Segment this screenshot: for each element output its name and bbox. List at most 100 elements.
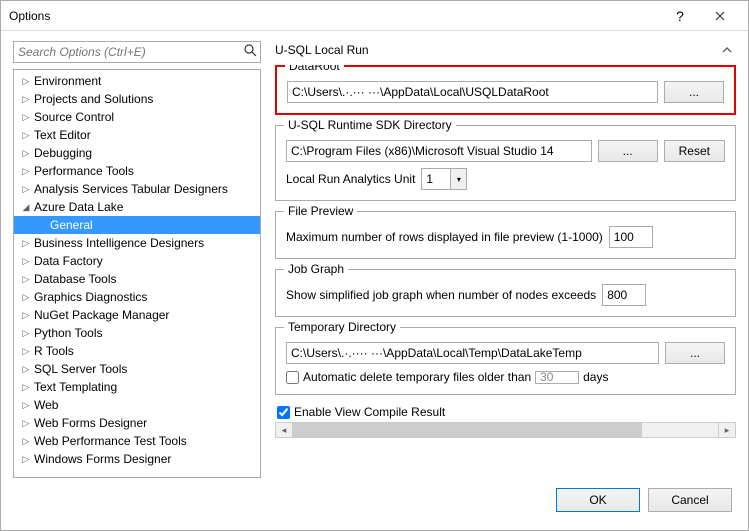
tempdir-auto-label-post: days [583, 370, 608, 384]
tree-item[interactable]: ▷Business Intelligence Designers [14, 234, 260, 252]
footer: OK Cancel [13, 478, 736, 522]
runtime-group: U-SQL Runtime SDK Directory ... Reset Lo… [275, 125, 736, 201]
tree-item[interactable]: General [14, 216, 260, 234]
section-heading: U-SQL Local Run [275, 43, 718, 57]
chevron-right-icon: ▷ [20, 382, 32, 393]
chevron-right-icon: ▷ [20, 256, 32, 267]
scroll-left-button[interactable]: ◂ [275, 422, 293, 438]
runtime-legend: U-SQL Runtime SDK Directory [284, 118, 456, 132]
preview-label: Maximum number of rows displayed in file… [286, 230, 603, 244]
analytics-unit-select[interactable]: ▾ [421, 168, 467, 190]
dataroot-group: DataRoot ... [275, 65, 736, 115]
search-input[interactable] [13, 41, 261, 63]
tree-item[interactable]: ◢Azure Data Lake [14, 198, 260, 216]
tree-item-label: Business Intelligence Designers [32, 236, 204, 250]
jobgraph-group: Job Graph Show simplified job graph when… [275, 269, 736, 317]
analytics-unit-value[interactable] [422, 172, 450, 186]
tempdir-auto-delete-checkbox[interactable] [286, 371, 299, 384]
help-button[interactable]: ? [660, 2, 700, 30]
chevron-right-icon: ▷ [20, 454, 32, 465]
tree-item[interactable]: ▷Python Tools [14, 324, 260, 342]
tree-item-label: Database Tools [32, 272, 117, 286]
tree-item[interactable]: ▷Text Editor [14, 126, 260, 144]
tree-item[interactable]: ▷Analysis Services Tabular Designers [14, 180, 260, 198]
tree-item[interactable]: ▷Projects and Solutions [14, 90, 260, 108]
tree-item-label: R Tools [32, 344, 74, 358]
tree-item[interactable]: ▷Web Forms Designer [14, 414, 260, 432]
tree-item-label: General [48, 218, 93, 232]
preview-legend: File Preview [284, 204, 357, 218]
jobgraph-input[interactable] [602, 284, 646, 306]
tree-item[interactable]: ▷Text Templating [14, 378, 260, 396]
settings-area: DataRoot ... U-SQL Runtime SDK Directory… [275, 65, 736, 478]
tree-item[interactable]: ▷Web Performance Test Tools [14, 432, 260, 450]
tree-item-label: Web [32, 398, 58, 412]
category-tree[interactable]: ▷Environment▷Projects and Solutions▷Sour… [13, 69, 261, 478]
chevron-right-icon: ▷ [20, 310, 32, 321]
runtime-input[interactable] [286, 140, 592, 162]
tree-item[interactable]: ▷Data Factory [14, 252, 260, 270]
tempdir-days-input [535, 371, 579, 384]
dataroot-input[interactable] [287, 81, 658, 103]
tree-item[interactable]: ▷Windows Forms Designer [14, 450, 260, 468]
enable-compile-label: Enable View Compile Result [294, 405, 445, 419]
close-icon [715, 11, 725, 21]
dataroot-browse-button[interactable]: ... [664, 81, 724, 103]
preview-input[interactable] [609, 226, 653, 248]
jobgraph-legend: Job Graph [284, 262, 348, 276]
tree-item-label: Text Editor [32, 128, 91, 142]
tree-item-label: Source Control [32, 110, 114, 124]
titlebar: Options ? [1, 1, 748, 31]
ok-button[interactable]: OK [556, 488, 640, 512]
tree-item-label: Web Forms Designer [32, 416, 147, 430]
chevron-down-icon[interactable]: ▾ [450, 169, 466, 189]
chevron-down-icon: ◢ [20, 202, 32, 213]
tree-item[interactable]: ▷Database Tools [14, 270, 260, 288]
tree-item-label: Python Tools [32, 326, 103, 340]
tree-item[interactable]: ▷Source Control [14, 108, 260, 126]
search-box [13, 41, 261, 63]
tree-item-label: Text Templating [32, 380, 117, 394]
horizontal-scrollbar[interactable]: ◂ ▸ [275, 421, 736, 439]
tree-item[interactable]: ▷SQL Server Tools [14, 360, 260, 378]
runtime-reset-button[interactable]: Reset [664, 140, 725, 162]
tree-item-label: Analysis Services Tabular Designers [32, 182, 228, 196]
window-title: Options [9, 9, 660, 23]
tree-item[interactable]: ▷NuGet Package Manager [14, 306, 260, 324]
right-panel: U-SQL Local Run DataRoot ... U-S [275, 41, 736, 478]
tree-item[interactable]: ▷Graphics Diagnostics [14, 288, 260, 306]
jobgraph-label: Show simplified job graph when number of… [286, 288, 596, 302]
tree-item[interactable]: ▷Performance Tools [14, 162, 260, 180]
chevron-up-icon [722, 47, 732, 53]
collapse-button[interactable] [718, 41, 736, 59]
close-button[interactable] [700, 2, 740, 30]
chevron-right-icon: ▷ [20, 238, 32, 249]
chevron-right-icon: ▷ [20, 148, 32, 159]
chevron-right-icon: ▷ [20, 76, 32, 87]
chevron-right-icon: ▷ [20, 112, 32, 123]
scroll-right-button[interactable]: ▸ [718, 422, 736, 438]
runtime-browse-button[interactable]: ... [598, 140, 658, 162]
tree-item[interactable]: ▷Environment [14, 72, 260, 90]
chevron-right-icon: ▷ [20, 184, 32, 195]
cancel-button[interactable]: Cancel [648, 488, 732, 512]
main-split: ▷Environment▷Projects and Solutions▷Sour… [13, 41, 736, 478]
tree-item[interactable]: ▷Debugging [14, 144, 260, 162]
tree-item[interactable]: ▷R Tools [14, 342, 260, 360]
chevron-right-icon: ▷ [20, 94, 32, 105]
tree-item[interactable]: ▷Web [14, 396, 260, 414]
chevron-right-icon: ▷ [20, 436, 32, 447]
dataroot-legend: DataRoot [285, 65, 344, 73]
tempdir-auto-label-pre: Automatic delete temporary files older t… [303, 370, 531, 384]
left-panel: ▷Environment▷Projects and Solutions▷Sour… [13, 41, 261, 478]
tree-item-label: SQL Server Tools [32, 362, 127, 376]
tempdir-input[interactable] [286, 342, 659, 364]
scroll-track[interactable] [293, 422, 718, 438]
enable-compile-checkbox[interactable] [277, 406, 290, 419]
tree-item-label: Projects and Solutions [32, 92, 153, 106]
analytics-unit-label: Local Run Analytics Unit [286, 172, 415, 186]
chevron-right-icon: ▷ [20, 328, 32, 339]
scroll-thumb[interactable] [293, 423, 642, 437]
chevron-right-icon: ▷ [20, 418, 32, 429]
tempdir-browse-button[interactable]: ... [665, 342, 725, 364]
